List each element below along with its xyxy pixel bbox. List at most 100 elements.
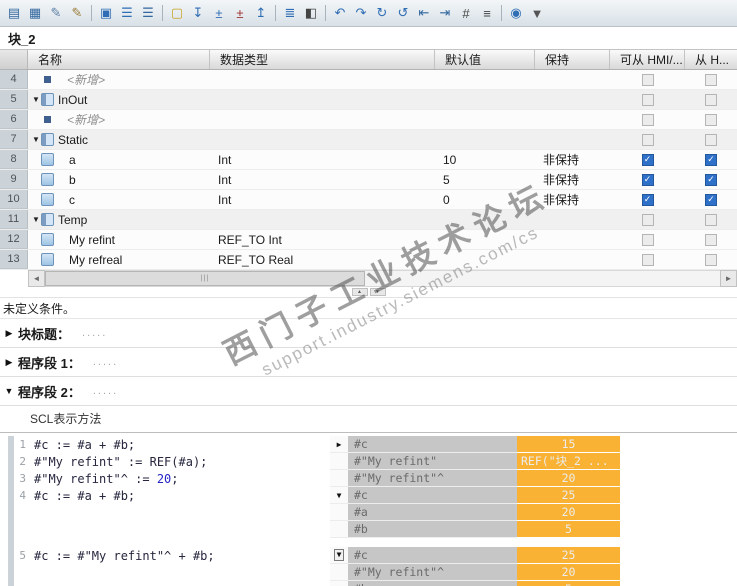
- plc-checkbox[interactable]: [705, 253, 717, 266]
- code-text[interactable]: [34, 521, 330, 538]
- hmi-checkbox[interactable]: ✓: [641, 153, 654, 166]
- monitor-options-icon[interactable]: ▼: [527, 3, 547, 23]
- section-expand-icon[interactable]: ▼: [31, 95, 41, 104]
- plc-checkbox[interactable]: ✓: [705, 193, 717, 206]
- next-jump-icon[interactable]: ↷: [351, 3, 371, 23]
- table-row[interactable]: 12 My refint REF_TO Int: [0, 230, 737, 250]
- monitor-value[interactable]: 20: [517, 564, 620, 581]
- var-name[interactable]: Static: [54, 130, 210, 149]
- scroll-right-icon[interactable]: ►: [720, 270, 737, 287]
- var-name[interactable]: InOut: [54, 90, 210, 109]
- plc-checkbox[interactable]: [705, 73, 717, 86]
- table-row[interactable]: 9 b Int 5 非保持 ✓ ✓: [0, 170, 737, 190]
- table-row[interactable]: 5 ▼ InOut: [0, 90, 737, 110]
- code-line[interactable]: 4 #c := #a + #b; ▼ #c 25: [0, 487, 737, 504]
- hmi-checkbox[interactable]: [641, 213, 654, 226]
- horizontal-scrollbar[interactable]: ◄ ||| ►: [0, 270, 737, 287]
- plc-checkbox[interactable]: [705, 93, 717, 106]
- interface-layout-icon[interactable]: ≣: [280, 3, 300, 23]
- code-line[interactable]: 5 #c := #"My refint"^ + #b; ▼ #c 25: [0, 547, 737, 564]
- snapshot-actual-values-icon[interactable]: ↧: [188, 3, 208, 23]
- var-retain[interactable]: [535, 230, 610, 249]
- var-default-value[interactable]: 5: [435, 170, 535, 189]
- code-line[interactable]: 1 #c := #a + #b; ▶ #c 15: [0, 436, 737, 453]
- var-default-value[interactable]: 10: [435, 150, 535, 169]
- var-retain[interactable]: [535, 70, 610, 89]
- hmi-checkbox[interactable]: [641, 253, 654, 266]
- var-default-value[interactable]: [435, 70, 535, 89]
- hmi-checkbox[interactable]: ✓: [641, 173, 654, 186]
- var-default-value[interactable]: [435, 210, 535, 229]
- collapse-members-icon[interactable]: ☰: [138, 3, 158, 23]
- var-name[interactable]: Temp: [54, 210, 210, 229]
- hmi-checkbox[interactable]: [641, 93, 654, 106]
- code-line[interactable]: #"My refint"^ 20: [0, 564, 737, 581]
- code-text[interactable]: #"My refint"^ := 20;: [34, 470, 330, 487]
- var-data-type[interactable]: [210, 70, 435, 89]
- monitor-value[interactable]: 20: [517, 504, 620, 521]
- header-hmi-accessible[interactable]: 可从 HMI/...: [610, 50, 685, 69]
- var-retain[interactable]: [535, 130, 610, 149]
- hmi-checkbox[interactable]: [641, 113, 654, 126]
- network-section-1[interactable]: ▶ 块标题：.....: [0, 319, 737, 348]
- table-row[interactable]: 7 ▼ Static: [0, 130, 737, 150]
- indent-icon[interactable]: ⇥: [435, 3, 455, 23]
- table-row[interactable]: 13 My refreal REF_TO Real: [0, 250, 737, 270]
- monitor-value[interactable]: 15: [517, 436, 620, 453]
- scroll-left-icon[interactable]: ◄: [28, 270, 45, 287]
- code-line[interactable]: 3 #"My refint"^ := 20; #"My refint"^ 20: [0, 470, 737, 487]
- var-retain[interactable]: 非保持: [535, 150, 610, 169]
- plc-checkbox[interactable]: [705, 233, 717, 246]
- table-row[interactable]: 6 <新增>: [0, 110, 737, 130]
- var-data-type[interactable]: Int: [210, 170, 435, 189]
- section-expand-icon[interactable]: ▼: [31, 215, 41, 224]
- hmi-checkbox[interactable]: [641, 73, 654, 86]
- var-data-type[interactable]: [210, 110, 435, 129]
- splitter-down-icon[interactable]: ▼: [369, 288, 386, 296]
- outdent-icon[interactable]: ⇤: [414, 3, 434, 23]
- var-name[interactable]: My refint: [54, 230, 210, 249]
- header-data-type[interactable]: 数据类型: [210, 50, 435, 69]
- var-data-type[interactable]: REF_TO Real: [210, 250, 435, 269]
- var-default-value[interactable]: [435, 130, 535, 149]
- var-data-type[interactable]: [210, 130, 435, 149]
- network-section-2[interactable]: ▶ 程序段 1：.....: [0, 348, 737, 377]
- var-name[interactable]: <新增>: [54, 70, 210, 89]
- monitor-on-off-icon[interactable]: ◉: [506, 3, 526, 23]
- var-retain[interactable]: [535, 90, 610, 109]
- monitor-expand-icon[interactable]: ▶: [330, 436, 348, 453]
- hmi-checkbox[interactable]: [641, 133, 654, 146]
- var-default-value[interactable]: [435, 250, 535, 269]
- var-retain[interactable]: 非保持: [535, 170, 610, 189]
- insert-row-icon[interactable]: ▤: [4, 3, 24, 23]
- code-text[interactable]: [34, 581, 330, 586]
- scl-code-editor[interactable]: 1 #c := #a + #b; ▶ #c 15 2 #"My refint" := REF…: [0, 433, 737, 586]
- code-text[interactable]: [34, 504, 330, 521]
- var-retain[interactable]: [535, 250, 610, 269]
- monitor-value[interactable]: 5: [517, 581, 620, 586]
- header-name[interactable]: 名称: [28, 50, 210, 69]
- var-name[interactable]: c: [54, 190, 210, 209]
- table-row[interactable]: 11 ▼ Temp: [0, 210, 737, 230]
- chevron-right-icon[interactable]: ▶: [0, 357, 18, 368]
- absolute-addresses-icon[interactable]: #: [456, 3, 476, 23]
- var-retain[interactable]: 非保持: [535, 190, 610, 209]
- var-name[interactable]: a: [54, 150, 210, 169]
- scl-view-tab[interactable]: SCL表示方法: [0, 406, 737, 433]
- plc-checkbox[interactable]: [705, 113, 717, 126]
- var-data-type[interactable]: REF_TO Int: [210, 230, 435, 249]
- network-comments-icon[interactable]: ≡: [477, 3, 497, 23]
- monitor-value[interactable]: 20: [517, 470, 620, 487]
- scrollbar-thumb[interactable]: |||: [45, 271, 365, 286]
- network-section-3[interactable]: ▼ 程序段 2：.....: [0, 377, 737, 406]
- edit-values-icon[interactable]: ✎: [67, 3, 87, 23]
- sync-interface-icon[interactable]: ↺: [393, 3, 413, 23]
- table-row[interactable]: 10 c Int 0 非保持 ✓ ✓: [0, 190, 737, 210]
- update-block-calls-icon[interactable]: ↻: [372, 3, 392, 23]
- var-data-type[interactable]: [210, 90, 435, 109]
- header-retain[interactable]: 保持: [535, 50, 610, 69]
- keep-actual-values-icon[interactable]: ▣: [96, 3, 116, 23]
- code-line[interactable]: #a 20: [0, 504, 737, 521]
- code-line[interactable]: #b5: [0, 581, 737, 586]
- monitor-value[interactable]: 25: [517, 487, 620, 504]
